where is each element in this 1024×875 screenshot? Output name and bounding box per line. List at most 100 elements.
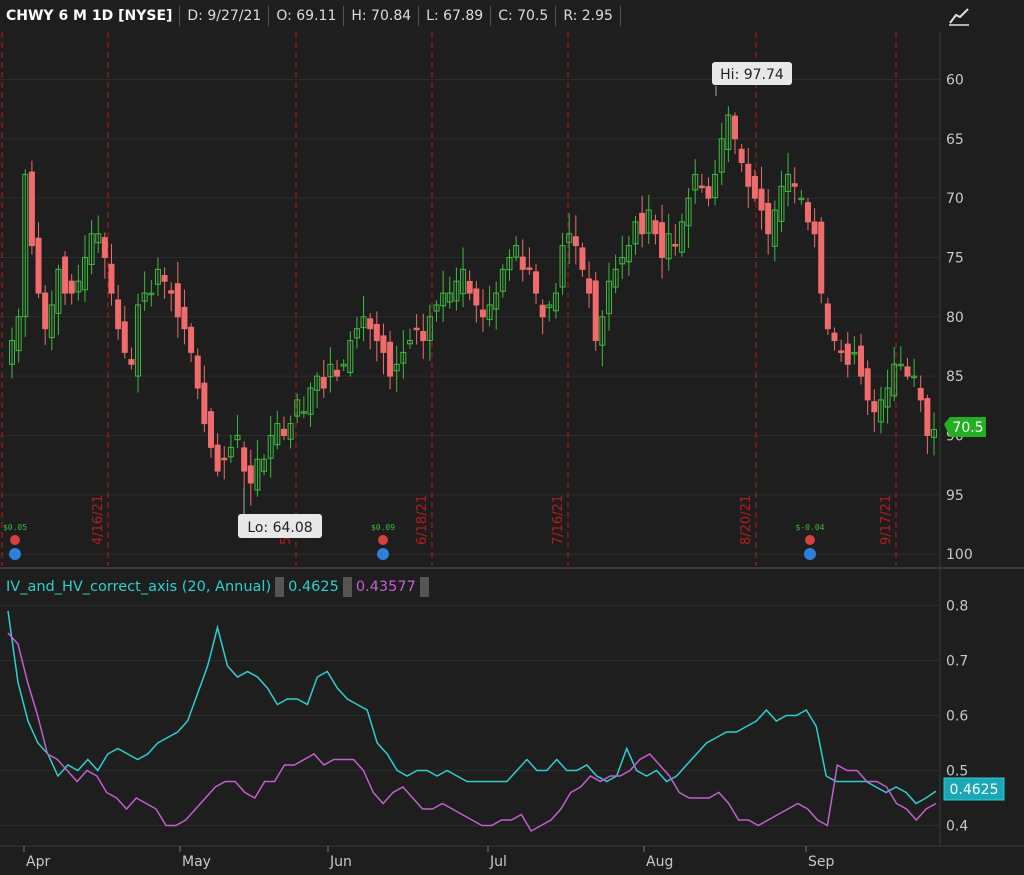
chart-style-icon[interactable] [946,5,972,27]
candle-down [871,401,878,413]
candle-down [924,398,931,436]
candle-down [672,244,679,247]
dividend-icon [378,535,388,545]
candle-down [791,183,798,187]
candle-down [586,278,593,294]
study-grid [0,605,940,826]
candle-down [28,171,35,247]
candle-down [844,343,851,365]
candle-down [241,447,248,472]
price-axis: 1009590858075706560 [946,72,973,563]
candle-down [367,318,374,330]
low-label: L: 67.89 [426,8,484,24]
candle-down [62,256,69,294]
candle-down [824,303,831,330]
candle-down [247,465,254,484]
candle-down [420,331,427,342]
candle-down [42,292,49,330]
range-label: R: 2.95 [563,8,613,24]
event-date-label: 4/16/21 [91,495,106,545]
candle-down [838,350,845,353]
candle-down [751,175,758,199]
candle-down [732,115,739,140]
earnings-icon [377,548,389,560]
candle-down [373,323,380,342]
candle-down [904,366,911,377]
candle-down [174,283,181,318]
candle-down [334,369,341,377]
lo-label: Lo: 64.08 [247,520,312,536]
chart-window: 4/16/215/216/18/217/16/218/20/219/17/21 … [0,0,1024,875]
chart-canvas[interactable]: 4/16/215/216/18/217/16/218/20/219/17/21 … [0,0,1024,875]
study-title[interactable]: IV_and_HV_correct_axis (20, Annual) [2,576,275,598]
last-study-tag: 0.4625 [943,777,1005,801]
date-label: D: 9/27/21 [187,8,262,24]
candle-down [811,221,818,235]
event-date-label: 8/20/21 [739,495,754,545]
candle-down [519,256,526,270]
candle-down [201,382,208,425]
study-divider [275,577,285,597]
month-label: Aug [646,854,673,870]
study-title-row[interactable]: IV_and_HV_correct_axis (20, Annual) 0.46… [2,574,429,600]
study-divider [342,577,352,597]
month-label: May [182,854,211,870]
candle-down [101,237,108,258]
month-label: Apr [26,854,50,870]
study-divider [419,577,429,597]
price-tick-label: 80 [946,310,964,326]
candle-down [705,186,712,199]
earnings-icon [804,548,816,560]
candle-down [168,290,175,294]
dividend-label: $-0.04 [796,523,825,532]
candle-down [320,376,327,389]
high-label: H: 70.84 [351,8,412,24]
open-label: O: 69.11 [276,8,337,24]
candle-down [698,185,705,189]
price-tick-label: 85 [946,369,964,385]
candle-down [280,428,287,436]
price-tick-label: 75 [946,250,964,266]
close-label: C: 70.5 [498,8,549,24]
candle-down [115,299,122,330]
symbol-label[interactable]: CHWY 6 M 1D [NYSE] [0,6,179,26]
candle-down [35,237,42,294]
candle-down [188,326,195,353]
month-label: Jul [489,854,507,870]
candle-down [108,263,115,294]
last-price-tag: 70.5 [944,417,986,437]
event-date-label: 7/16/21 [551,495,566,545]
candle-down [68,280,75,294]
candle-down [207,411,214,448]
candle-down [466,280,473,294]
event-date-label: 9/17/21 [879,495,894,545]
candle-down [479,309,486,318]
candle-down [592,280,599,342]
candle-down [758,188,765,211]
month-label: Sep [808,854,835,870]
candle-down [161,274,168,282]
study-tick-label: 0.4 [946,819,968,835]
candle-down [818,221,825,294]
price-tick-label: 70 [946,191,964,207]
candle-down [579,247,586,270]
dividend-label: $0.09 [371,523,395,532]
candle-down [765,202,772,235]
month-label: Jun [329,854,352,870]
price-tick-label: 100 [946,547,973,563]
chart-header: CHWY 6 M 1D [NYSE] D: 9/27/21 O: 69.11 H… [0,4,621,28]
candle-down [804,202,811,223]
price-tick-label: 60 [946,72,964,88]
candle-down [652,220,659,235]
candle-down [194,355,201,389]
candle-down [413,327,420,331]
last-study-label: 0.4625 [950,782,999,798]
study-lines [7,610,937,833]
price-tick-label: 65 [946,132,964,148]
last-price-label: 70.5 [952,420,983,436]
iv-line [7,610,937,805]
candle-down [572,236,579,247]
event-date-label: 6/18/21 [415,495,430,545]
study-tick-label: 0.8 [946,599,968,615]
candle-down [659,222,666,258]
